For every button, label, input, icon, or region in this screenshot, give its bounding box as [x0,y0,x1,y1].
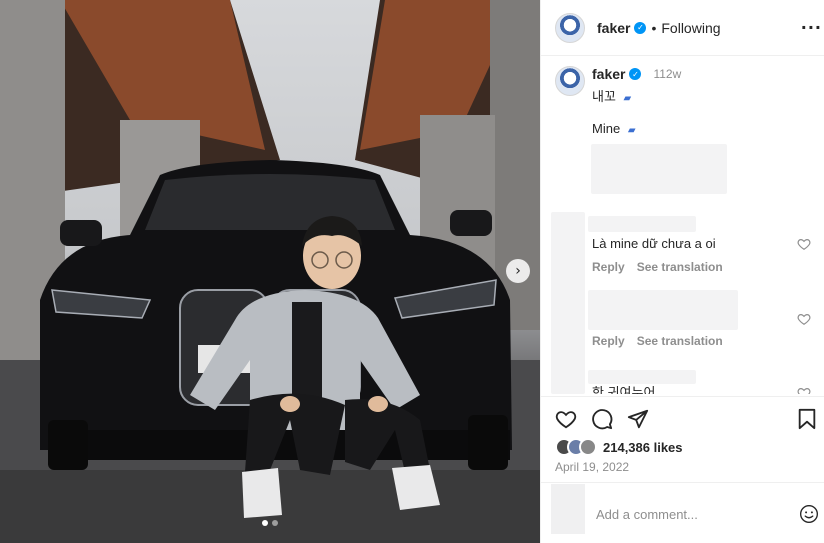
reply-button[interactable]: Reply [592,260,625,274]
comment-input[interactable]: Add a comment... [596,507,698,522]
post-header: faker ✓ • Following ··· [541,0,824,56]
caption-korean-text: 내꼬 [592,89,616,104]
see-translation-button[interactable]: See translation [637,334,723,348]
bookmark-icon[interactable] [797,408,817,430]
redacted-content [591,144,727,194]
author-avatar[interactable] [555,12,585,43]
author-username[interactable]: faker [597,20,630,36]
caption-text-english: Mine ▰ [592,121,681,136]
car-icon: ▰ [623,93,632,104]
comment-bubble-icon[interactable] [591,408,613,430]
likes-count[interactable]: 214,386 likes [603,440,683,455]
redacted-comment-text [588,290,738,330]
chevron-right-icon: › [515,263,521,279]
caption-username[interactable]: faker [592,66,625,82]
photo-illustration [0,0,540,543]
post-photo[interactable]: › [0,0,540,543]
like-comment-icon[interactable] [797,312,811,326]
verified-badge-icon: ✓ [629,68,642,80]
like-heart-icon[interactable] [555,408,577,430]
redacted-avatar [551,484,585,534]
caption-english-text: Mine [592,121,621,136]
emoji-icon[interactable] [799,504,819,524]
verified-badge-icon: ✓ [634,21,647,34]
next-image-button[interactable]: › [506,259,530,283]
carousel-indicator [0,520,540,526]
caption-text-korean: 내꼬 ▰ [592,86,681,105]
caption-avatar[interactable] [555,66,585,96]
carousel-dot [262,520,268,526]
comment-actions: Reply See translation [592,260,723,274]
divider [541,396,824,397]
see-translation-button[interactable]: See translation [637,260,723,274]
post-side-panel: faker ✓ • Following ··· faker ✓ 112w 내꼬 … [540,0,824,543]
liker-avatar [579,438,597,456]
like-comment-icon[interactable] [797,237,811,251]
share-send-icon[interactable] [627,408,649,430]
redacted-username [588,216,696,232]
post-date[interactable]: April 19, 2022 [555,460,629,474]
reply-button[interactable]: Reply [592,334,625,348]
action-bar [553,408,817,434]
post-caption: faker ✓ 112w 내꼬 ▰ Mine ▰ [555,66,817,136]
likes-summary: 214,386 likes [555,438,683,456]
like-comment-icon[interactable] [797,386,811,394]
redacted-avatar-column [551,212,585,394]
comment-actions: Reply See translation [592,334,723,348]
comment-item: 한 귀여누어 [555,380,817,394]
add-comment-bar: Add a comment... [541,482,824,543]
car-icon: ▰ [627,125,636,136]
more-options-icon[interactable]: ··· [801,18,822,37]
following-button[interactable]: Following [661,20,720,36]
caption-timestamp[interactable]: 112w [653,67,681,81]
carousel-dot [272,520,278,526]
separator-dot: • [651,19,657,36]
comment-text: 한 귀여누어 [592,385,656,394]
comment-text: Là mine dữ chưa a oi [592,236,716,251]
